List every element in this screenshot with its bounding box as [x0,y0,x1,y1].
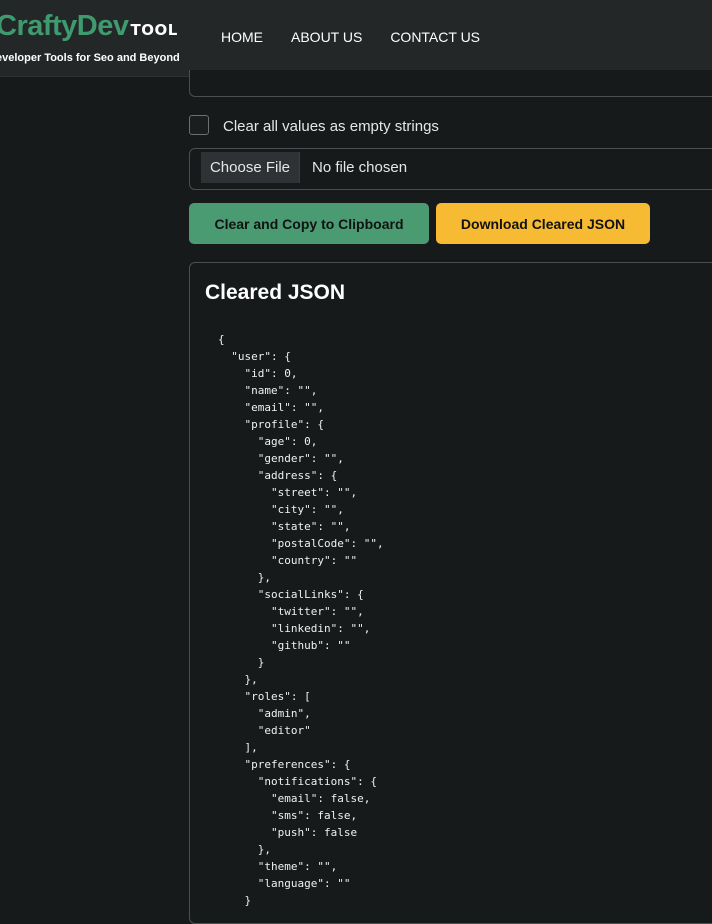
main-nav: HOME ABOUT US CONTACT US [221,29,508,45]
nav-contact-us[interactable]: CONTACT US [390,29,480,45]
cleared-json-code: { "user": { "id": 0, "name": "", "email"… [218,333,384,907]
logo-tool-suffix: TOOL [130,21,178,39]
download-cleared-json-button[interactable]: Download Cleared JSON [436,203,650,244]
clear-empty-strings-label: Clear all values as empty strings [223,118,439,135]
choose-file-button[interactable]: Choose File [201,152,300,183]
site-header: CraftyDev TOOL eveloper Tools for Seo and… [0,0,712,77]
clear-empty-strings-checkbox[interactable] [189,115,209,135]
clear-and-copy-button[interactable]: Clear and Copy to Clipboard [189,203,429,244]
nav-home[interactable]: HOME [221,29,263,45]
nav-about-us[interactable]: ABOUT US [291,29,362,45]
site-tagline: eveloper Tools for Seo and Beyond [0,52,180,64]
output-title: Cleared JSON [205,281,346,304]
json-input-textarea[interactable] [189,70,712,97]
logo-text: CraftyDev [0,10,129,42]
file-status: No file chosen [312,159,408,176]
site-logo[interactable]: CraftyDev TOOL [0,10,178,43]
